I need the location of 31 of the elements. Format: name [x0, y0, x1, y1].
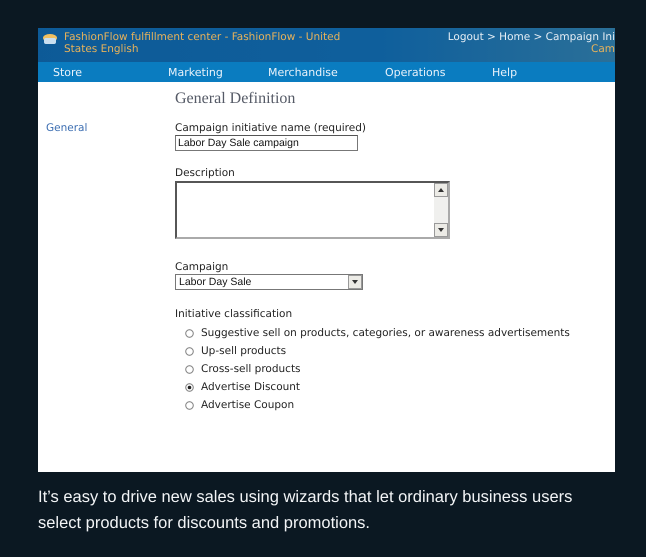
- scroll-up-icon[interactable]: [434, 183, 448, 197]
- field-label: Description: [175, 167, 236, 180]
- radio-button[interactable]: [185, 364, 194, 374]
- radio-label: Suggestive sell on products, categories, or awareness advertisements: [201, 327, 570, 339]
- field-label: Campaign initiative name (required): [175, 122, 367, 135]
- radio-label: Advertise Coupon: [201, 399, 294, 411]
- nav-item[interactable]: Store: [53, 66, 168, 78]
- radio-button[interactable]: [185, 382, 194, 392]
- radio-button[interactable]: [185, 328, 194, 338]
- description-field[interactable]: [175, 181, 450, 239]
- figure-caption: It’s easy to drive new sales using wizards that let ordinary business users select products for discounts and promotions.: [38, 487, 574, 534]
- scroll-down-icon[interactable]: [434, 223, 448, 237]
- field-label: Initiative classification: [175, 308, 294, 321]
- sidebar-link[interactable]: General: [46, 122, 88, 134]
- radio-label: Cross-sell products: [201, 363, 301, 375]
- nav-item[interactable]: Marketing: [168, 66, 268, 78]
- page-subtitle: Cam: [591, 43, 615, 55]
- radio-label: Up-sell products: [201, 345, 286, 357]
- nav-item[interactable]: Operations: [385, 66, 492, 78]
- radio-button[interactable]: [185, 346, 194, 356]
- window-title: FashionFlow fulfillment center - FashionFlow - United States English: [64, 31, 342, 55]
- campaign-dropdown[interactable]: Labor Day Sale: [175, 274, 363, 290]
- nav-item[interactable]: Merchandise: [268, 66, 385, 78]
- radio-label: Advertise Discount: [201, 381, 300, 393]
- nav-item[interactable]: Help: [492, 66, 552, 78]
- store-logo-icon: [42, 31, 58, 47]
- section-heading: General Definition: [175, 90, 296, 108]
- name-field[interactable]: Labor Day Sale campaign: [175, 135, 358, 151]
- field-label: Campaign: [175, 261, 230, 274]
- breadcrumb[interactable]: Logout > Home > Campaign Ini: [448, 31, 615, 43]
- radio-button[interactable]: [185, 400, 194, 410]
